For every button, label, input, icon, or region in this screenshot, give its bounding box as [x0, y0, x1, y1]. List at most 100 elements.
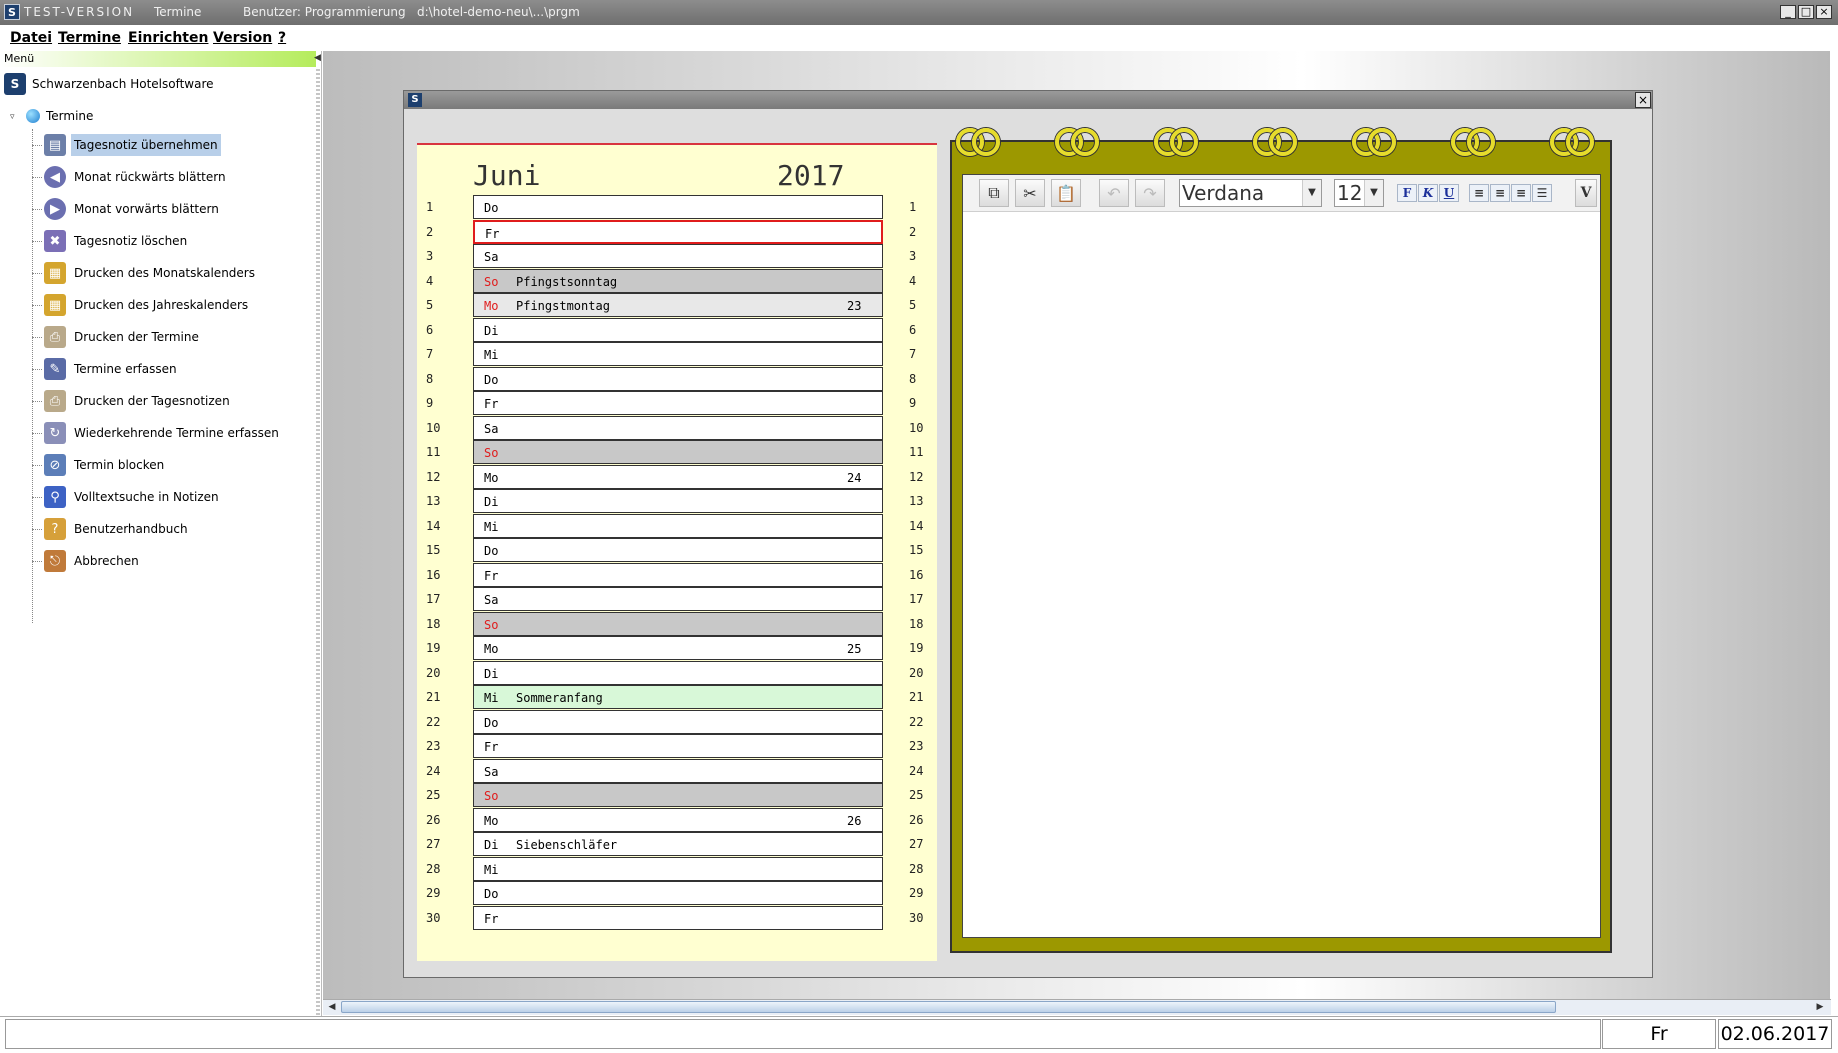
day-cell[interactable]: Do — [473, 195, 883, 219]
menu-datei[interactable]: Datei — [10, 30, 52, 46]
calendar-day-row[interactable]: 10 Sa 10 — [417, 415, 937, 440]
calendar-day-row[interactable]: 13 Di 13 — [417, 489, 937, 513]
tree-root[interactable]: S Schwarzenbach Hotelsoftware — [4, 71, 214, 97]
sidebar-item-monat-rueckwaerts[interactable]: ◀ Monat rückwärts blättern — [32, 163, 229, 191]
day-cell[interactable]: Mo 26 — [473, 807, 883, 832]
font-family-select[interactable]: Verdana ▼ — [1179, 179, 1322, 207]
sidebar-item-drucken-monatskalender[interactable]: ▦ Drucken des Monatskalenders — [32, 259, 258, 287]
day-cell[interactable]: Di Siebenschläfer — [473, 832, 883, 856]
calendar-day-row[interactable]: 21 Mi Sommeranfang 21 — [417, 685, 937, 709]
calendar-day-row[interactable]: 24 Sa 24 — [417, 758, 937, 783]
calendar-day-row[interactable]: 25 So 25 — [417, 783, 937, 807]
menu-einrichten[interactable]: Einrichten — [128, 30, 208, 46]
calendar-day-row[interactable]: 6 Di 6 — [417, 317, 937, 342]
day-cell[interactable]: Fr — [473, 391, 883, 415]
scroll-left-icon[interactable]: ◀ — [325, 1001, 339, 1014]
close-icon[interactable]: × — [1635, 92, 1651, 108]
sidebar-item-drucken-termine[interactable]: ⎙ Drucken der Termine — [32, 323, 202, 351]
day-cell[interactable]: Di — [473, 489, 883, 513]
sidebar-item-benutzerhandbuch[interactable]: ? Benutzerhandbuch — [32, 515, 191, 543]
menu-termine[interactable]: Termine — [58, 30, 121, 46]
paste-icon[interactable]: 📋 — [1051, 179, 1081, 207]
day-cell[interactable]: Mi Sommeranfang — [473, 685, 883, 709]
align-center-icon[interactable]: ≡ — [1490, 184, 1510, 202]
maximize-icon[interactable]: □ — [1798, 5, 1814, 19]
day-cell[interactable]: Do — [473, 881, 883, 905]
calendar-day-row[interactable]: 19 Mo 25 19 — [417, 636, 937, 660]
sidebar-item-drucken-tagesnotizen[interactable]: ⎙ Drucken der Tagesnotizen — [32, 387, 233, 415]
day-cell[interactable]: Mo Pfingstmontag 23 — [473, 293, 883, 317]
scrollbar-thumb[interactable] — [341, 1001, 1556, 1013]
day-cell[interactable]: Mo 25 — [473, 636, 883, 660]
sidebar-item-termin-blocken[interactable]: ⊘ Termin blocken — [32, 451, 167, 479]
day-cell[interactable]: Do — [473, 709, 883, 734]
more-tools-button[interactable]: V — [1575, 179, 1597, 207]
day-cell[interactable]: Mi — [473, 513, 883, 538]
calendar-day-row[interactable]: 20 Di 20 — [417, 660, 937, 685]
copy-icon[interactable]: ⧉ — [979, 179, 1009, 207]
sidebar-item-tagesnotiz-uebernehmen[interactable]: ▤ Tagesnotiz übernehmen — [32, 131, 221, 159]
tree-group-termine[interactable]: ▿ Termine — [10, 106, 93, 126]
day-cell[interactable]: So — [473, 783, 883, 807]
day-cell[interactable]: Sa — [473, 587, 883, 611]
tree-expander-icon[interactable]: ▿ — [10, 112, 19, 122]
calendar-day-row[interactable]: 22 Do 22 — [417, 709, 937, 734]
align-justify-icon[interactable]: ☰ — [1532, 184, 1552, 202]
align-left-icon[interactable]: ≡ — [1469, 184, 1489, 202]
calendar-day-row[interactable]: 11 So 11 — [417, 440, 937, 464]
sidebar-item-volltextsuche[interactable]: ⚲ Volltextsuche in Notizen — [32, 483, 222, 511]
day-cell[interactable]: Fr — [473, 219, 883, 244]
day-cell[interactable]: Sa — [473, 415, 883, 440]
sidebar-item-abbrechen[interactable]: ⎋ Abbrechen — [32, 547, 142, 575]
collapse-icon[interactable]: ◀ — [314, 53, 321, 63]
splitter-handle[interactable] — [316, 67, 320, 1017]
undo-icon[interactable]: ↶ — [1099, 179, 1129, 207]
day-cell[interactable]: Do — [473, 538, 883, 562]
calendar-day-row[interactable]: 29 Do 29 — [417, 881, 937, 905]
sidebar-item-wiederkehrende-termine[interactable]: ↻ Wiederkehrende Termine erfassen — [32, 419, 282, 447]
calendar-day-row[interactable]: 30 Fr 30 — [417, 905, 937, 930]
close-icon[interactable]: × — [1816, 5, 1832, 19]
day-cell[interactable]: Di — [473, 317, 883, 342]
minimize-icon[interactable]: _ — [1780, 5, 1796, 19]
calendar-day-row[interactable]: 15 Do 15 — [417, 538, 937, 562]
calendar-day-row[interactable]: 3 Sa 3 — [417, 244, 937, 268]
day-cell[interactable]: Fr — [473, 734, 883, 758]
sidebar-item-monat-vorwaerts[interactable]: ▶ Monat vorwärts blättern — [32, 195, 222, 223]
underline-button[interactable]: U — [1439, 184, 1459, 202]
calendar-day-row[interactable]: 1 Do 1 — [417, 195, 937, 219]
day-cell[interactable]: Do — [473, 366, 883, 391]
day-cell[interactable]: So — [473, 611, 883, 636]
chevron-down-icon[interactable]: ▼ — [1364, 180, 1383, 206]
calendar-day-row[interactable]: 17 Sa 17 — [417, 587, 937, 611]
calendar-day-row[interactable]: 26 Mo 26 26 — [417, 807, 937, 832]
calendar-day-row[interactable]: 7 Mi 7 — [417, 342, 937, 366]
align-right-icon[interactable]: ≡ — [1511, 184, 1531, 202]
day-cell[interactable]: Mo 24 — [473, 464, 883, 489]
calendar-day-row[interactable]: 8 Do 8 — [417, 366, 937, 391]
calendar-day-row[interactable]: 14 Mi 14 — [417, 513, 937, 538]
font-size-select[interactable]: 12 ▼ — [1334, 179, 1384, 207]
day-cell[interactable]: Fr — [473, 905, 883, 930]
calendar-day-row[interactable]: 28 Mi 28 — [417, 856, 937, 881]
bold-button[interactable]: F — [1397, 184, 1417, 202]
calendar-day-row[interactable]: 5 Mo Pfingstmontag 23 5 — [417, 293, 937, 317]
day-cell[interactable]: Mi — [473, 342, 883, 366]
sidebar-item-drucken-jahreskalender[interactable]: ▦ Drucken des Jahreskalenders — [32, 291, 251, 319]
scroll-right-icon[interactable]: ▶ — [1813, 1001, 1827, 1014]
note-editor[interactable]: ⧉ ✂ 📋 ↶ ↷ Verdana ▼ 12 ▼ F K U ≡ ≡ ≡ ☰ V — [962, 174, 1601, 938]
day-cell[interactable]: Sa — [473, 758, 883, 783]
day-cell[interactable]: Fr — [473, 562, 883, 587]
horizontal-scrollbar[interactable]: ◀ ▶ — [323, 999, 1831, 1015]
calendar-day-row[interactable]: 18 So 18 — [417, 611, 937, 636]
menu-help[interactable]: ? — [278, 30, 286, 46]
day-cell[interactable]: Di — [473, 660, 883, 685]
menu-version[interactable]: Version — [213, 30, 272, 46]
calendar-day-row[interactable]: 2 Fr 2 — [417, 219, 937, 244]
redo-icon[interactable]: ↷ — [1135, 179, 1165, 207]
calendar-day-row[interactable]: 16 Fr 16 — [417, 562, 937, 587]
calendar-day-row[interactable]: 27 Di Siebenschläfer 27 — [417, 832, 937, 856]
day-cell[interactable]: So — [473, 440, 883, 464]
calendar-day-row[interactable]: 9 Fr 9 — [417, 391, 937, 415]
cut-icon[interactable]: ✂ — [1015, 179, 1045, 207]
